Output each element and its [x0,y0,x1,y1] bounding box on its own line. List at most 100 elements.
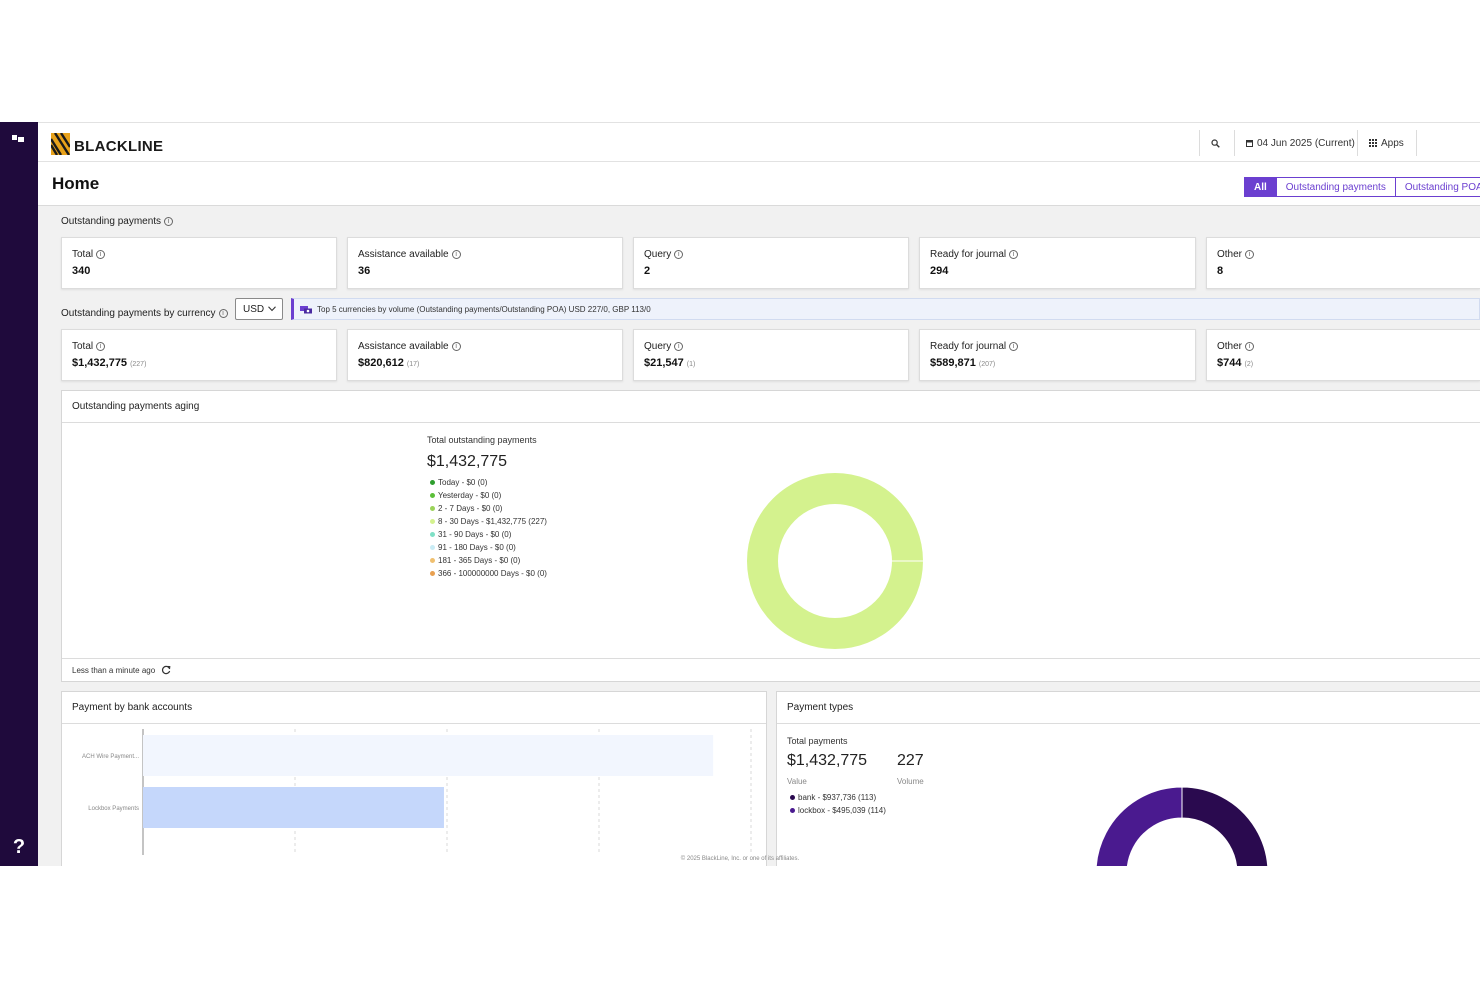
legend-label: 31 - 90 Days - $0 (0) [438,530,512,539]
tab-outstanding-payments[interactable]: Outstanding payments [1276,177,1396,197]
info-icon[interactable]: i [1009,250,1019,259]
aging-legend-item[interactable]: 91 - 180 Days - $0 (0) [430,541,547,554]
info-icon[interactable]: i [451,250,461,259]
legend-swatch [430,558,435,563]
card-assistance-available[interactable]: Assistance available i 36 [347,237,623,289]
payment-type-legend-item[interactable]: bank - $937,736 (113) [790,791,886,804]
filter-tabs: All Outstanding payments Outstanding POA [1244,177,1480,197]
currency-label: Outstanding payments by currency [61,308,216,319]
bar-ach-wire-payment-[interactable] [143,735,714,776]
card-value: $820,612 (17) [358,357,419,369]
info-icon[interactable]: i [1245,250,1255,259]
chevron-down-icon [268,306,276,312]
aging-legend: Today - $0 (0) Yesterday - $0 (0) 2 - 7 Da… [430,476,547,580]
legend-swatch [790,795,795,800]
logo-text: BLACKLINE [74,138,164,155]
info-icon[interactable]: i [96,342,106,351]
card-ready-for-journal[interactable]: Ready for journal i 294 [919,237,1196,289]
card-label: Total i [72,249,106,260]
legend-swatch [430,545,435,550]
flag-icon[interactable] [11,134,25,144]
currency-card-total[interactable]: Total i $1,432,775 (227) [61,329,337,381]
bar-category-label: Lockbox Payments [88,806,139,812]
payment-types-title: Payment types [777,692,1480,724]
bank-accounts-panel: Payment by bank accounts ACH Wire Paymen… [61,691,767,866]
legend-label: 91 - 180 Days - $0 (0) [438,543,516,552]
currency-select[interactable]: USD [235,298,283,320]
currency-card-ready-for-journal[interactable]: Ready for journal i $589,871 (207) [919,329,1196,381]
period-selector[interactable]: 04 Jun 2025 (Current) [1234,130,1358,156]
info-icon[interactable]: i [218,309,228,318]
currency-section-label: Outstanding payments by currency i [61,308,228,319]
card-amount: $21,547 [644,357,684,369]
tab-outstanding-poa[interactable]: Outstanding POA [1395,177,1480,197]
card-label-text: Other [1217,341,1243,352]
page-title: Home [52,174,100,193]
aging-slice-8-30-days[interactable] [747,473,923,649]
tab-all[interactable]: All [1244,177,1277,197]
card-value: 2 [644,265,651,277]
card-label: Query i [644,341,684,352]
aging-panel-title: Outstanding payments aging [62,391,1480,423]
info-icon[interactable]: i [96,250,106,259]
currency-card-assistance-available[interactable]: Assistance available i $820,612 (17) [347,329,623,381]
blackline-logo[interactable]: BLACKLINE [51,131,163,155]
title-bar: Home All Outstanding payments Outstandin… [38,162,1480,206]
legend-label: 181 - 365 Days - $0 (0) [438,556,521,565]
apps-menu[interactable]: Apps [1357,130,1417,156]
aging-legend-item[interactable]: Today - $0 (0) [430,476,547,489]
info-icon[interactable]: i [1245,342,1255,351]
aging-legend-item[interactable]: Yesterday - $0 (0) [430,489,547,502]
currency-card-query[interactable]: Query i $21,547 (1) [633,329,909,381]
currency-card-other[interactable]: Other i $744 (2) [1206,329,1480,381]
aging-legend-item[interactable]: 8 - 30 Days - $1,432,775 (227) [430,515,547,528]
card-label: Assistance available i [358,341,461,352]
card-label: Query i [644,249,684,260]
legend-label: bank - $937,736 (113) [798,793,877,802]
legend-swatch [430,506,435,511]
aging-legend-item[interactable]: 2 - 7 Days - $0 (0) [430,502,547,515]
period-label: 04 Jun 2025 (Current) [1257,137,1355,149]
card-other[interactable]: Other i 8 [1206,237,1480,289]
legend-swatch [430,532,435,537]
info-icon[interactable]: i [451,342,461,351]
card-label-text: Query [644,249,672,260]
bar-lockbox-payments[interactable] [143,787,444,828]
card-query[interactable]: Query i 2 [633,237,909,289]
payment-types-value-label: Value [787,777,807,786]
info-icon[interactable]: i [1009,342,1019,351]
legend-swatch [430,480,435,485]
currency-value: USD [243,303,265,315]
card-count: (17) [406,361,420,368]
legend-label: lockbox - $495,039 (114) [798,806,886,815]
currency-banner: Top 5 currencies by volume (Outstanding … [291,298,1480,320]
search-icon [1211,138,1220,148]
card-label-text: Query [644,341,672,352]
card-value: $21,547 (1) [644,357,695,369]
card-value: 294 [930,265,949,277]
card-count: (2) [1244,361,1254,368]
aging-legend-item[interactable]: 31 - 90 Days - $0 (0) [430,528,547,541]
card-total[interactable]: Total i 340 [61,237,337,289]
card-value: $1,432,775 (227) [72,357,146,369]
refresh-icon[interactable] [161,665,171,675]
aging-legend-item[interactable]: 181 - 365 Days - $0 (0) [430,554,547,567]
payment-type-legend-item[interactable]: lockbox - $495,039 (114) [790,804,886,817]
card-value: 36 [358,265,371,277]
aging-footer: Less than a minute ago [62,658,1480,681]
card-value: $589,871 (207) [930,357,995,369]
grid-icon [1369,139,1377,147]
card-label-text: Ready for journal [930,341,1007,352]
card-label-text: Ready for journal [930,249,1007,260]
payment-types-legend: bank - $937,736 (113) lockbox - $495,039 … [790,791,886,817]
info-icon[interactable]: i [674,342,684,351]
info-icon[interactable]: i [164,217,174,226]
card-label-text: Total [72,341,94,352]
card-amount: $744 [1217,357,1242,369]
card-count: (227) [130,361,147,368]
aging-legend-item[interactable]: 366 - 100000000 Days - $0 (0) [430,567,547,580]
info-icon[interactable]: i [674,250,684,259]
card-label-text: Assistance available [358,341,449,352]
search-button[interactable] [1199,130,1235,156]
top-bar: BLACKLINE 04 Jun 2025 (Current) Apps [38,122,1480,162]
